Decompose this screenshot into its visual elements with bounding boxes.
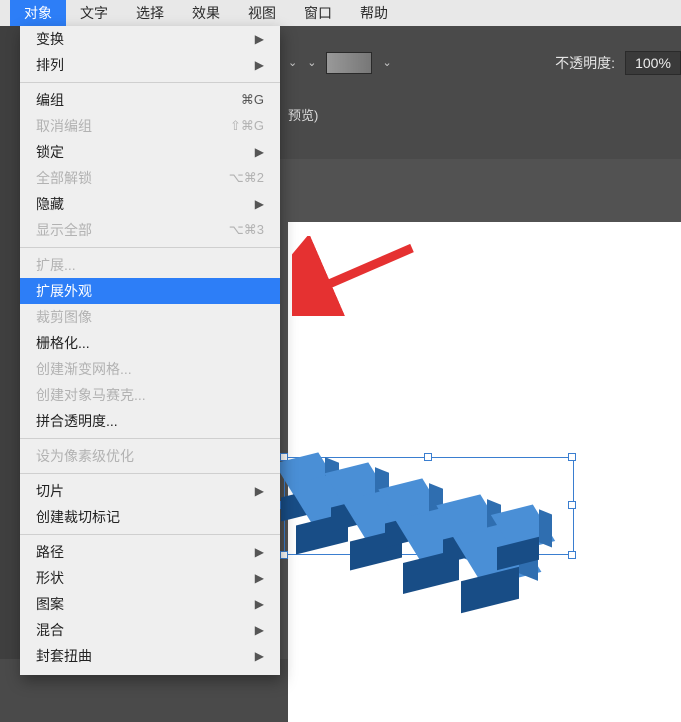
menu-item: 创建对象马赛克... (20, 382, 280, 408)
menu-item-help[interactable]: 帮助 (346, 0, 402, 26)
menu-item[interactable]: 编组 ⌘G (20, 87, 280, 113)
menu-item[interactable]: 隐藏 ▶ (20, 191, 280, 217)
chevron-right-icon: ▶ (255, 649, 264, 663)
selection-handle[interactable] (568, 501, 576, 509)
menu-item[interactable]: 图案 ▶ (20, 591, 280, 617)
menu-item[interactable]: 排列 ▶ (20, 52, 280, 78)
menu-item-text[interactable]: 文字 (66, 0, 122, 26)
menu-item-label: 切片 (36, 481, 64, 501)
opacity-label: 不透明度: (555, 53, 615, 73)
chevron-right-icon: ▶ (255, 545, 264, 559)
menu-item-label: 混合 (36, 620, 64, 640)
menu-item[interactable]: 拼合透明度... (20, 408, 280, 434)
menu-item-window[interactable]: 窗口 (290, 0, 346, 26)
menu-item-label: 创建裁切标记 (36, 507, 120, 527)
menu-item[interactable]: 形状 ▶ (20, 565, 280, 591)
menu-item-label: 裁剪图像 (36, 307, 92, 327)
menu-separator (20, 438, 280, 439)
chevron-right-icon: ▶ (255, 597, 264, 611)
chevron-right-icon: ▶ (255, 571, 264, 585)
menu-item-label: 取消编组 (36, 116, 92, 136)
menu-separator (20, 247, 280, 248)
menu-item-effect[interactable]: 效果 (178, 0, 234, 26)
menu-separator (20, 82, 280, 83)
chevron-right-icon: ▶ (255, 484, 264, 498)
selection-handle[interactable] (424, 453, 432, 461)
menu-item-label: 形状 (36, 568, 64, 588)
menu-item-view[interactable]: 视图 (234, 0, 290, 26)
menu-item-label: 排列 (36, 55, 64, 75)
menu-item[interactable]: 创建裁切标记 (20, 504, 280, 530)
menu-item[interactable]: 路径 ▶ (20, 539, 280, 565)
menu-item-label: 路径 (36, 542, 64, 562)
selected-artwork[interactable] (286, 445, 576, 635)
menu-item: 裁剪图像 (20, 304, 280, 330)
style-swatch[interactable] (326, 52, 372, 74)
menu-item-label: 封套扭曲 (36, 646, 92, 666)
menu-item[interactable]: 封套扭曲 ▶ (20, 643, 280, 669)
menu-item: 全部解锁 ⌥⌘2 (20, 165, 280, 191)
menu-item[interactable]: 变换 ▶ (20, 26, 280, 52)
chevron-right-icon: ▶ (255, 197, 264, 211)
selection-handle[interactable] (280, 551, 288, 559)
menu-item-label: 变换 (36, 29, 64, 49)
menu-item[interactable]: 混合 ▶ (20, 617, 280, 643)
menu-item: 创建渐变网格... (20, 356, 280, 382)
menu-item-label: 设为像素级优化 (36, 446, 134, 466)
menu-item: 取消编组 ⇧⌘G (20, 113, 280, 139)
menu-item-label: 显示全部 (36, 220, 92, 240)
menu-item-label: 扩展... (36, 255, 76, 275)
menu-item-label: 栅格化... (36, 333, 90, 353)
chevron-right-icon: ▶ (255, 145, 264, 159)
menu-item: 设为像素级优化 (20, 443, 280, 469)
menu-separator (20, 473, 280, 474)
chevron-right-icon: ▶ (255, 32, 264, 46)
menu-item-label: 拼合透明度... (36, 411, 118, 431)
opacity-input[interactable]: 100% (625, 51, 681, 75)
menu-item-shortcut: ⌘G (241, 92, 264, 108)
menubar: 对象 文字 选择 效果 视图 窗口 帮助 (0, 0, 681, 26)
menu-item[interactable]: 栅格化... (20, 330, 280, 356)
menu-item-shortcut: ⇧⌘G (230, 118, 264, 134)
menu-item-object[interactable]: 对象 (10, 0, 66, 26)
menu-item[interactable]: 切片 ▶ (20, 478, 280, 504)
chevron-down-icon[interactable]: ⌄ (382, 56, 391, 69)
menu-item: 扩展... (20, 252, 280, 278)
chevron-down-icon[interactable]: ⌄ (288, 56, 297, 69)
menu-item-select[interactable]: 选择 (122, 0, 178, 26)
menu-item-shortcut: ⌥⌘2 (229, 170, 264, 186)
menu-item-label: 创建对象马赛克... (36, 385, 146, 405)
menu-item-label: 全部解锁 (36, 168, 92, 188)
chevron-down-icon[interactable]: ⌄ (307, 56, 316, 69)
object-menu-dropdown: 变换 ▶ 排列 ▶ 编组 ⌘G 取消编组 ⇧⌘G 锁定 ▶ 全部解锁 ⌥⌘2 隐藏 ▶ 显示全部 ⌥⌘3 扩展.… (20, 26, 280, 675)
chevron-right-icon: ▶ (255, 58, 264, 72)
menu-item-label: 锁定 (36, 142, 64, 162)
menu-item-label: 编组 (36, 90, 64, 110)
menu-item: 显示全部 ⌥⌘3 (20, 217, 280, 243)
left-toolbox (0, 26, 20, 659)
menu-item[interactable]: 锁定 ▶ (20, 139, 280, 165)
menu-separator (20, 534, 280, 535)
menu-item-label: 图案 (36, 594, 64, 614)
menu-item-label: 创建渐变网格... (36, 359, 132, 379)
menu-item-label: 扩展外观 (36, 281, 92, 301)
selection-handle[interactable] (568, 551, 576, 559)
chevron-right-icon: ▶ (255, 623, 264, 637)
menu-item[interactable]: 扩展外观 (20, 278, 280, 304)
selection-handle[interactable] (568, 453, 576, 461)
menu-item-label: 隐藏 (36, 194, 64, 214)
menu-item-shortcut: ⌥⌘3 (229, 222, 264, 238)
